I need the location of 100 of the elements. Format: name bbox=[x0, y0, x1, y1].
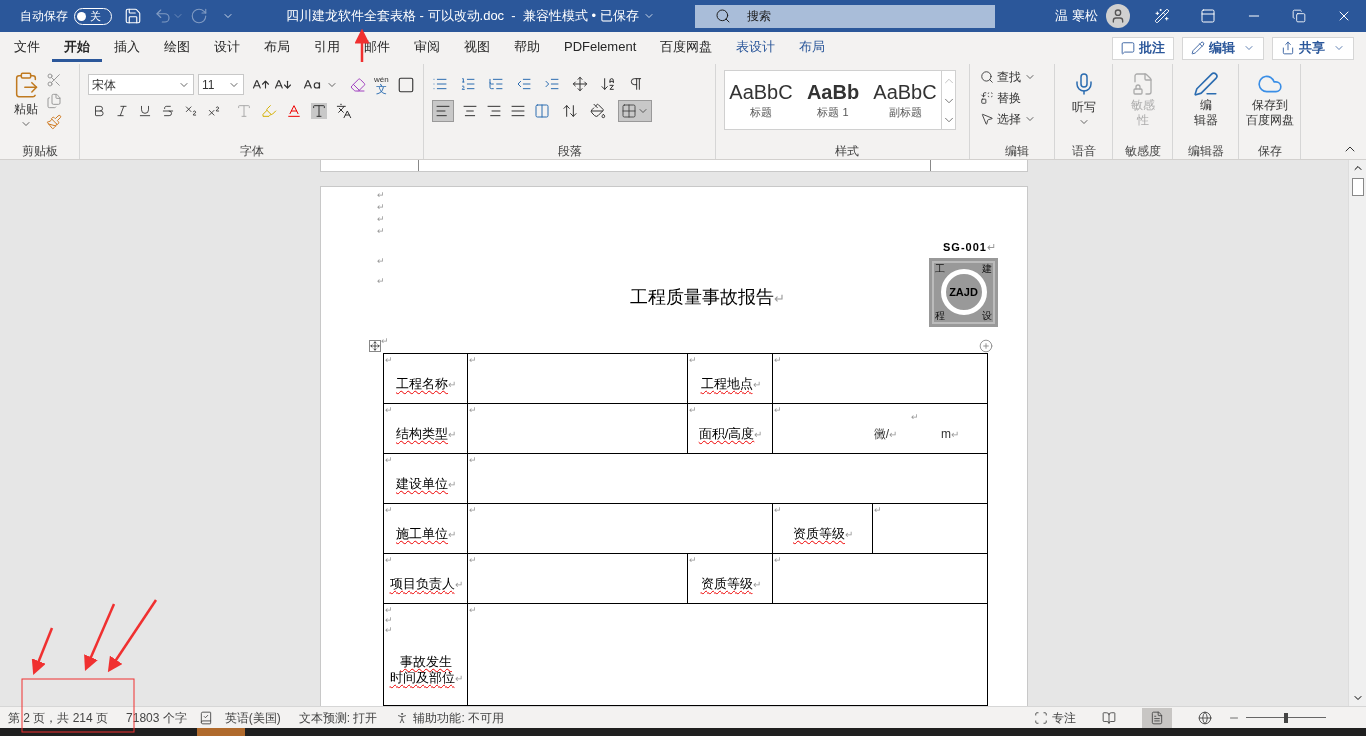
align-center-icon[interactable] bbox=[462, 103, 478, 119]
table-cell[interactable]: ↵ 资质等级↵ bbox=[688, 554, 772, 603]
table-move-handle-icon[interactable] bbox=[369, 340, 381, 352]
paragraph-mark: ↵ bbox=[377, 213, 386, 225]
ribbon-tab[interactable]: 邮件 bbox=[352, 34, 402, 62]
field-label: 工程地点↵ bbox=[700, 375, 761, 393]
paragraph-mark: ↵ bbox=[774, 505, 783, 515]
zoom-slider[interactable] bbox=[1246, 712, 1326, 723]
language-status[interactable]: 英语(美国) bbox=[224, 708, 281, 727]
edit-menu-button[interactable]: 选择 bbox=[980, 110, 1054, 128]
ribbon-tab[interactable]: 帮助 bbox=[502, 34, 552, 62]
search-field[interactable]: 搜索 bbox=[694, 4, 995, 28]
focus-button[interactable]: 专注 bbox=[1052, 708, 1076, 727]
table-cell[interactable]: ↵ 面积/高度↵ bbox=[688, 404, 772, 453]
eraser-icon[interactable] bbox=[350, 76, 366, 93]
strikethrough-icon[interactable] bbox=[161, 104, 175, 118]
align-right-icon[interactable] bbox=[486, 103, 502, 119]
paragraph-mark: ↵ bbox=[385, 505, 394, 515]
field-label: 工程名称↵ bbox=[396, 375, 456, 393]
table-cell[interactable]: ↵ 工程名称↵ bbox=[384, 354, 467, 403]
ribbon-tab[interactable]: 审阅 bbox=[402, 34, 452, 62]
paste-button[interactable]: 粘贴 bbox=[12, 70, 40, 143]
view-mode-button[interactable] bbox=[1142, 707, 1172, 728]
document-title[interactable]: 四川建龙软件全套表格 - 可以改动.doc - 兼容性模式 • 已保存 bbox=[286, 6, 655, 26]
vertical-scrollbar[interactable] bbox=[1348, 160, 1366, 706]
focus-icon[interactable] bbox=[1034, 710, 1048, 725]
style-preview[interactable]: AaBbC 标题 bbox=[725, 71, 797, 129]
format-painter-icon[interactable] bbox=[46, 114, 62, 130]
multilevel-list-icon[interactable] bbox=[488, 76, 504, 92]
character-shading-icon[interactable] bbox=[311, 103, 327, 119]
action-button[interactable]: 共享 bbox=[1272, 36, 1354, 60]
paragraph-mark: ↵ bbox=[385, 405, 394, 415]
edit-menu-button[interactable]: 替换 bbox=[980, 89, 1054, 107]
italic-icon[interactable] bbox=[115, 104, 129, 118]
bold-icon[interactable] bbox=[92, 104, 106, 118]
page-count[interactable]: 第 2 页，共 214 页 bbox=[8, 708, 109, 727]
autosave-label: 自动保存 bbox=[20, 8, 68, 25]
table-cell[interactable]: ↵ ↵ ↵ 事故发生 时间及部位↵ bbox=[384, 604, 467, 705]
ribbon-tab[interactable]: 百度网盘 bbox=[648, 34, 725, 62]
sort-icon[interactable] bbox=[600, 76, 616, 92]
paragraph-mark: ↵ bbox=[774, 405, 783, 415]
table-cell[interactable]: ↵ 资质等级↵ bbox=[773, 504, 872, 553]
ribbon-tab[interactable]: 引用 bbox=[302, 34, 352, 62]
ribbon-tab[interactable]: 设计 bbox=[202, 34, 252, 62]
paragraph-mark: ↵ bbox=[689, 355, 698, 365]
table-cell[interactable]: ↵ 项目负责人↵ bbox=[384, 554, 467, 603]
justify-icon[interactable] bbox=[510, 103, 526, 119]
save-icon[interactable] bbox=[124, 7, 142, 25]
table-cell[interactable]: ↵ 工程地点↵ bbox=[688, 354, 772, 403]
style-preview[interactable]: AaBb 标题 1 bbox=[797, 71, 869, 129]
paragraph-mark: ↵ bbox=[911, 411, 919, 425]
proofing-icon[interactable] bbox=[198, 710, 213, 725]
scrollbar-thumb[interactable] bbox=[1351, 178, 1364, 196]
ribbon-tab[interactable]: 布局 bbox=[787, 34, 838, 62]
field-label: 面积/高度↵ bbox=[698, 425, 763, 443]
avatar-icon[interactable] bbox=[1106, 4, 1130, 28]
ribbon-tab[interactable]: 表设计 bbox=[724, 34, 788, 62]
ribbon-tab[interactable]: 布局 bbox=[252, 34, 302, 62]
character-border-icon[interactable] bbox=[396, 75, 415, 94]
font-color-icon[interactable] bbox=[286, 103, 302, 119]
ribbon-tab[interactable]: 插入 bbox=[102, 34, 152, 62]
accessibility-status[interactable]: 辅助功能: 不可用 bbox=[413, 708, 505, 727]
increase-indent-icon[interactable] bbox=[544, 76, 560, 92]
ribbon-tab[interactable]: 绘图 bbox=[152, 34, 202, 62]
cut-icon[interactable] bbox=[46, 72, 62, 88]
ribbon-display-icon[interactable] bbox=[1200, 8, 1216, 24]
zoom-thumb[interactable] bbox=[1284, 712, 1288, 723]
text-prediction-status[interactable]: 文本预测: 打开 bbox=[298, 708, 378, 727]
word-count[interactable]: 71803 个字 bbox=[126, 708, 187, 727]
add-column-icon[interactable] bbox=[979, 339, 993, 353]
ribbon-tab[interactable]: PDFelement bbox=[552, 34, 649, 62]
ribbon-tab[interactable]: 视图 bbox=[452, 34, 502, 62]
shading-icon[interactable] bbox=[590, 103, 606, 119]
restore-icon[interactable] bbox=[1292, 9, 1306, 23]
numbering-icon[interactable] bbox=[460, 76, 476, 92]
ribbon-tab[interactable]: 文件 bbox=[14, 34, 52, 62]
table-cell[interactable]: ↵ 施工单位↵ bbox=[384, 504, 467, 553]
style-preview[interactable]: AaBbC 副标题 bbox=[869, 71, 941, 129]
align-left-button[interactable] bbox=[432, 100, 454, 122]
table-cell[interactable]: ↵ ↵ 黴/↵ m↵ bbox=[773, 404, 987, 453]
table-cell[interactable]: ↵ 建设单位↵ bbox=[384, 454, 467, 503]
dictate-button[interactable]: 听写 bbox=[1055, 64, 1112, 143]
editor-button[interactable]: 编 辑器 bbox=[1173, 64, 1238, 143]
subscript-icon[interactable] bbox=[184, 104, 198, 118]
line-spacing-icon[interactable] bbox=[562, 103, 578, 119]
font-name-field[interactable]: 宋体 bbox=[88, 74, 194, 95]
pilcrow-icon[interactable] bbox=[628, 76, 644, 92]
phonetic-guide-button[interactable]: wén 文 bbox=[374, 74, 389, 95]
save-to-cloud-button[interactable]: 保存到 百度网盘 bbox=[1239, 64, 1300, 143]
borders-button[interactable] bbox=[618, 100, 652, 122]
action-button[interactable]: 编辑 bbox=[1182, 36, 1264, 60]
edit-menu-button[interactable]: 查找 bbox=[980, 68, 1054, 86]
action-button[interactable]: 批注 bbox=[1112, 36, 1174, 60]
font-size-field[interactable]: 11 bbox=[198, 74, 244, 95]
superscript-icon[interactable] bbox=[207, 104, 221, 118]
underline-icon[interactable] bbox=[138, 104, 152, 118]
table-cell[interactable]: ↵ 结构类型↵ bbox=[384, 404, 467, 453]
decrease-indent-icon[interactable] bbox=[516, 76, 532, 92]
bullets-icon[interactable] bbox=[432, 76, 448, 92]
globe-icon bbox=[1198, 710, 1212, 725]
